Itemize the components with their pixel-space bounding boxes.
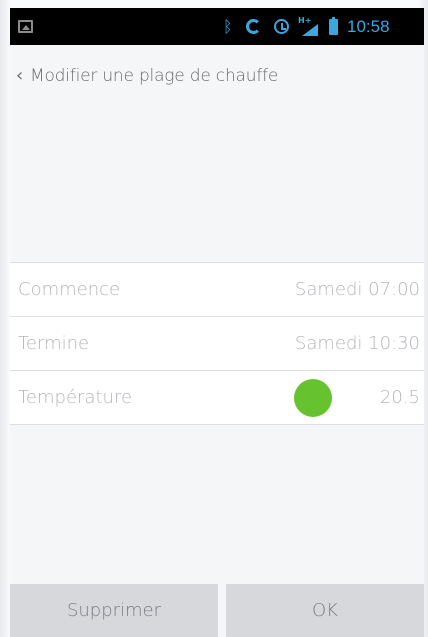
header: ‹ Modifier une plage de chauffe: [10, 45, 424, 105]
temperature-value: 20.5: [379, 387, 420, 408]
start-label: Commence: [18, 279, 121, 300]
alarm-icon: [274, 19, 289, 34]
signal-bars: [302, 24, 318, 36]
end-value: Samedi 10:30: [294, 333, 420, 354]
end-label: Termine: [18, 333, 90, 354]
battery-icon: [329, 17, 338, 35]
signal-icon: H+: [298, 16, 322, 37]
schedule-settings-list: Commence Samedi 07:00 Termine Samedi 10:…: [10, 262, 424, 425]
image-icon: [18, 20, 33, 33]
status-time: 10:58: [347, 17, 390, 36]
temperature-indicator-dot: [294, 379, 332, 417]
temperature-row[interactable]: Température 20.5: [10, 371, 424, 425]
start-value: Samedi 07:00: [294, 279, 420, 300]
bluetooth-icon: ᛒ: [223, 17, 233, 36]
app-screen: ᛒ H+ 10:58 ‹ Modifier une plage de chauf…: [10, 8, 424, 637]
end-time-row[interactable]: Termine Samedi 10:30: [10, 317, 424, 371]
temperature-label: Température: [18, 387, 133, 408]
device-frame: ᛒ H+ 10:58 ‹ Modifier une plage de chauf…: [0, 0, 428, 637]
status-bar: ᛒ H+ 10:58: [10, 8, 424, 45]
ok-button[interactable]: OK: [226, 584, 424, 637]
start-time-row[interactable]: Commence Samedi 07:00: [10, 263, 424, 317]
delete-button[interactable]: Supprimer: [10, 584, 218, 637]
page-title[interactable]: Modifier une plage de chauffe: [30, 65, 278, 87]
sync-icon: [246, 19, 261, 34]
back-chevron-icon[interactable]: ‹: [16, 67, 23, 85]
